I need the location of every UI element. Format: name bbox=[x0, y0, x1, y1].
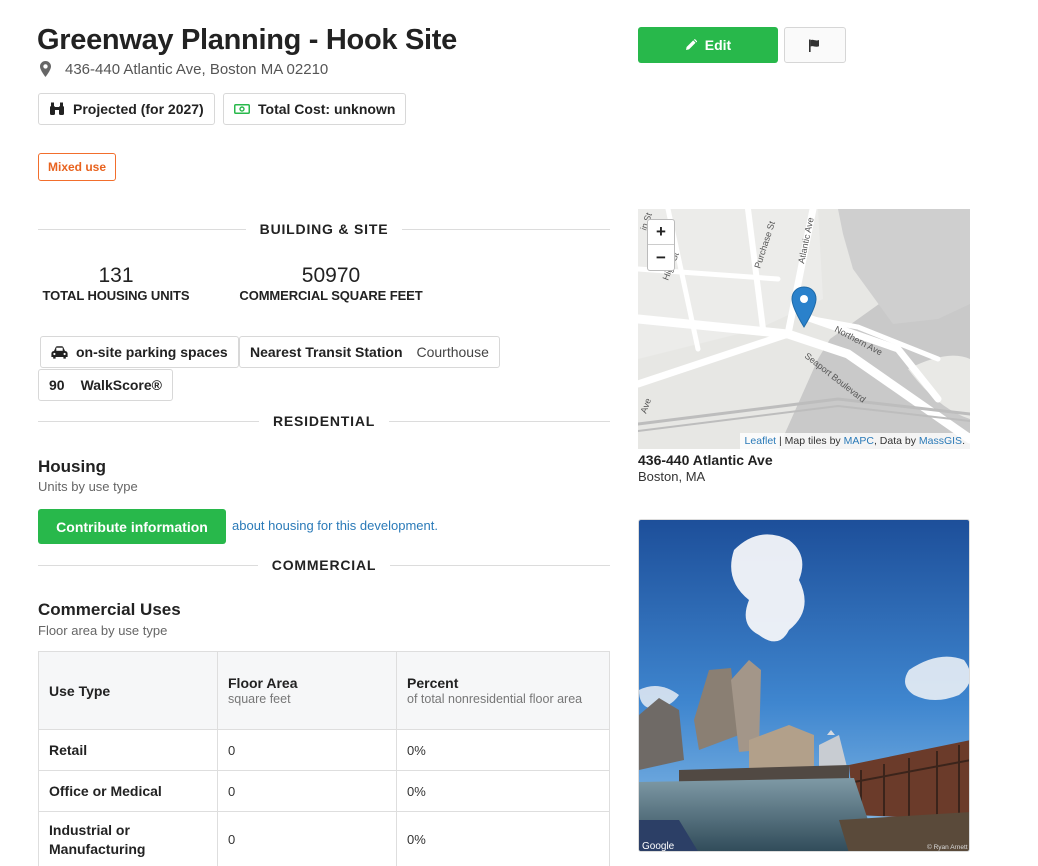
transit-label: Nearest Transit Station bbox=[250, 344, 403, 360]
housing-title: Housing bbox=[38, 457, 106, 476]
commercial-sqft-stat: 50970 COMMERCIAL SQUARE FEET bbox=[236, 264, 426, 303]
column-header-floor-area: Floor Area square feet bbox=[217, 651, 397, 730]
walkscore-chip: 90 WalkScore® bbox=[38, 369, 173, 401]
projected-chip: Projected (for 2027) bbox=[38, 93, 215, 125]
binoculars-icon bbox=[50, 102, 64, 115]
total-cost-label: Total Cost: unknown bbox=[258, 101, 396, 117]
transit-chip: Nearest Transit Station Courthouse bbox=[239, 336, 500, 368]
map-marker-icon bbox=[40, 61, 51, 77]
use-type-cell: Office or Medical bbox=[38, 770, 218, 812]
housing-units-caption: TOTAL HOUSING UNITS bbox=[42, 288, 190, 303]
walkscore-label: WalkScore® bbox=[80, 377, 162, 393]
commercial-heading: COMMERCIAL bbox=[38, 555, 610, 575]
total-cost-chip: Total Cost: unknown bbox=[223, 93, 407, 125]
massgis-link[interactable]: MassGIS bbox=[919, 435, 962, 447]
street-view-photo[interactable]: Google © Ryan Arnett bbox=[638, 519, 970, 852]
transit-value: Courthouse bbox=[416, 344, 489, 360]
percent-cell: 0% bbox=[396, 770, 610, 812]
location-map[interactable]: Purchase St Atlantic Ave High St Norther… bbox=[638, 209, 970, 449]
commercial-sqft-caption: COMMERCIAL SQUARE FEET bbox=[239, 288, 423, 303]
residential-heading: RESIDENTIAL bbox=[38, 411, 611, 431]
percent-cell: 0% bbox=[396, 811, 610, 866]
zoom-control: + − bbox=[647, 219, 675, 271]
floor-area-cell: 0 bbox=[217, 729, 397, 771]
map-address-line1: 436-440 Atlantic Ave bbox=[638, 452, 773, 468]
parking-label: on-site parking spaces bbox=[76, 344, 228, 360]
mapc-link[interactable]: MAPC bbox=[844, 435, 874, 447]
attribution-text: , Data by bbox=[873, 435, 916, 447]
leaflet-link[interactable]: Leaflet bbox=[745, 435, 777, 447]
commercial-caption: Floor area by use type bbox=[38, 623, 168, 638]
housing-units-stat: 131 TOTAL HOUSING UNITS bbox=[38, 264, 194, 303]
use-type-cell: Retail bbox=[38, 729, 218, 771]
use-type-cell: Industrial or Manufacturing bbox=[38, 811, 218, 866]
parking-chip: on-site parking spaces bbox=[40, 336, 239, 368]
walkscore-value: 90 bbox=[49, 377, 65, 393]
google-credit: Google bbox=[642, 841, 675, 852]
contribute-link[interactable]: about housing for this development. bbox=[232, 518, 438, 533]
projected-label: Projected (for 2027) bbox=[73, 101, 204, 117]
commercial-uses-table: Use Type Floor Area square feet Percent … bbox=[38, 651, 610, 866]
percent-cell: 0% bbox=[396, 729, 610, 771]
car-icon bbox=[51, 345, 68, 359]
flag-icon bbox=[809, 39, 819, 52]
edit-label: Edit bbox=[704, 37, 732, 53]
attribution-text: | Map tiles by bbox=[779, 435, 841, 447]
table-row: Industrial or Manufacturing 0 0% bbox=[38, 811, 610, 866]
commercial-title: Commercial Uses bbox=[38, 600, 181, 619]
floor-area-cell: 0 bbox=[217, 811, 397, 866]
address-row: 436-440 Atlantic Ave, Boston MA 02210 bbox=[40, 59, 328, 79]
housing-units-value: 131 bbox=[98, 264, 134, 287]
pencil-icon bbox=[685, 39, 697, 50]
mixed-use-tag[interactable]: Mixed use bbox=[38, 153, 117, 181]
floor-area-cell: 0 bbox=[217, 770, 397, 812]
column-header-percent: Percent of total nonresidential floor ar… bbox=[396, 651, 610, 730]
edit-button[interactable]: Edit bbox=[638, 27, 778, 63]
photo-credit: © Ryan Arnett bbox=[927, 843, 968, 851]
street-view-image: Google © Ryan Arnett bbox=[639, 520, 969, 852]
commercial-sqft-value: 50970 bbox=[301, 264, 361, 287]
map-tiles[interactable]: Purchase St Atlantic Ave High St Norther… bbox=[638, 209, 970, 449]
zoom-out-button[interactable]: − bbox=[648, 245, 674, 270]
flag-button[interactable] bbox=[784, 27, 846, 63]
map-attribution: Leaflet | Map tiles by MAPC , Data by Ma… bbox=[739, 433, 970, 449]
contribute-button[interactable]: Contribute information bbox=[38, 509, 226, 544]
money-icon bbox=[234, 104, 250, 114]
page-title: Greenway Planning - Hook Site bbox=[37, 24, 457, 56]
building-site-heading: BUILDING & SITE bbox=[38, 219, 611, 239]
street-label: Ave bbox=[638, 397, 653, 415]
address-text: 436-440 Atlantic Ave, Boston MA 02210 bbox=[65, 60, 329, 78]
table-row: Office or Medical 0 0% bbox=[38, 770, 610, 812]
table-row: Retail 0 0% bbox=[38, 729, 610, 771]
housing-caption: Units by use type bbox=[38, 479, 138, 494]
map-address-line2: Boston, MA bbox=[638, 469, 706, 484]
column-header-use-type: Use Type bbox=[38, 651, 218, 730]
attribution-text: . bbox=[962, 435, 965, 447]
table-header-row: Use Type Floor Area square feet Percent … bbox=[38, 651, 610, 730]
zoom-in-button[interactable]: + bbox=[648, 220, 674, 245]
